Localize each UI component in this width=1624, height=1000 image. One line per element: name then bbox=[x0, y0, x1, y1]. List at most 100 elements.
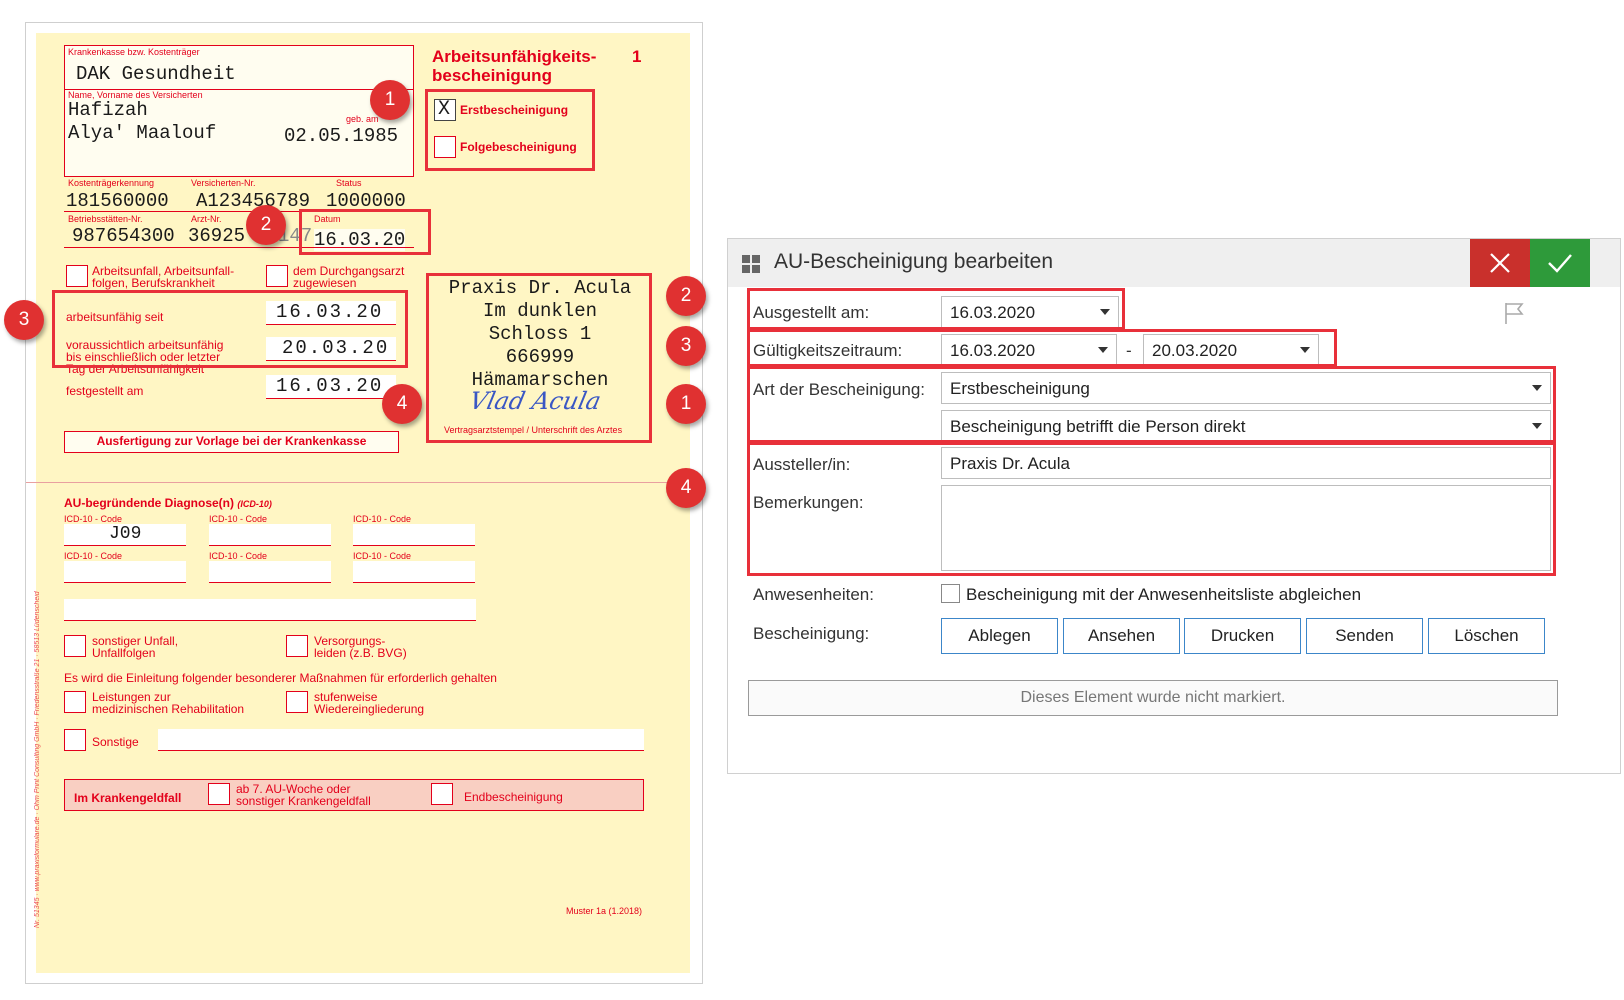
supply-checkbox bbox=[286, 635, 308, 657]
highlight-issuer bbox=[747, 442, 1556, 576]
callout-badge: 1 bbox=[666, 384, 706, 424]
doctor-no-value: 36925 bbox=[188, 225, 246, 247]
accident-label-2: folgen, Berufskrankheit bbox=[92, 276, 215, 290]
determined-label: festgestellt am bbox=[66, 384, 144, 398]
reintegration-checkbox bbox=[286, 691, 308, 713]
highlight-unfit-dates bbox=[52, 290, 408, 368]
icd-label: ICD-10 - Code bbox=[209, 551, 268, 561]
icd-label: ICD-10 - Code bbox=[209, 514, 268, 524]
site-no-label: Betriebsstätten-Nr. bbox=[68, 214, 143, 224]
other-field bbox=[158, 729, 644, 751]
reintegration-label: stufenweise Wiedereingliederung bbox=[314, 691, 424, 715]
status-bar: Dieses Element wurde nicht markiert. bbox=[748, 680, 1558, 716]
callout-badge: 4 bbox=[666, 468, 706, 508]
other-accident-checkbox bbox=[64, 635, 86, 657]
icd-field-4 bbox=[64, 561, 186, 583]
perforation-line bbox=[26, 482, 702, 483]
callout-badge: 1 bbox=[370, 80, 410, 120]
reintegration-label-2: Wiedereingliederung bbox=[314, 702, 425, 716]
week7-label: ab 7. AU-Woche oder sonstiger Krankengeld… bbox=[236, 783, 371, 807]
delete-button[interactable]: Löschen bbox=[1428, 618, 1545, 654]
highlight-date bbox=[299, 209, 431, 255]
site-no-value: 987654300 bbox=[72, 225, 175, 247]
name-line1: Hafizah bbox=[68, 99, 148, 121]
grid-icon bbox=[742, 255, 760, 273]
insured-no-label: Versicherten-Nr. bbox=[191, 178, 256, 188]
other-accident-label-2: Unfallfolgen bbox=[92, 646, 156, 660]
callout-badge: 2 bbox=[246, 205, 286, 245]
copy-note: Ausfertigung zur Vorlage bei der Kranken… bbox=[64, 431, 399, 453]
icd-label: ICD-10 - Code bbox=[353, 551, 412, 561]
other-checkbox bbox=[64, 729, 86, 751]
highlight-validity bbox=[747, 329, 1337, 367]
rehab-label-2: medizinischen Rehabilitation bbox=[92, 702, 245, 716]
cancel-button[interactable] bbox=[1470, 239, 1530, 287]
dialog-header: AU-Bescheinigung bearbeiten bbox=[728, 239, 1620, 287]
form-version: Muster 1a (1.2018) bbox=[566, 906, 643, 916]
cost-id-value: 181560000 bbox=[66, 190, 169, 212]
cost-id-label: Kostenträgerkennung bbox=[68, 178, 155, 188]
attendance-checkbox-label[interactable]: Bescheinigung mit der Anwesenheitsliste … bbox=[966, 585, 1361, 605]
doctor-no-label: Arzt-Nr. bbox=[191, 214, 222, 224]
callout-badge: 3 bbox=[666, 326, 706, 366]
icd-label: ICD-10 - Code bbox=[64, 514, 123, 524]
form-title-line1: Arbeitsunfähigkeits- bbox=[432, 47, 597, 66]
icd-field-5 bbox=[209, 561, 331, 583]
rehab-checkbox bbox=[64, 691, 86, 713]
icd-label: ICD-10 - Code bbox=[353, 514, 412, 524]
week7-checkbox bbox=[208, 783, 230, 805]
close-icon bbox=[1490, 253, 1510, 273]
icd-field-6 bbox=[353, 561, 475, 583]
transit-checkbox bbox=[266, 265, 288, 287]
side-print: Nr. 51345 · www.praxisformulare.de · Ohm… bbox=[34, 591, 41, 928]
insurer-label: Krankenkasse bzw. Kostenträger bbox=[68, 47, 200, 57]
send-button[interactable]: Senden bbox=[1306, 618, 1423, 654]
au-form-image: Arbeitsunfähigkeits- bescheinigung 1 Kra… bbox=[25, 22, 703, 984]
certificate-label: Bescheinigung: bbox=[753, 624, 870, 643]
transit-label: dem Durchgangsarzt zugewiesen bbox=[293, 265, 404, 289]
check-icon bbox=[1548, 254, 1572, 273]
rehab-label: Leistungen zur medizinischen Rehabilitati… bbox=[92, 691, 244, 715]
diagnosis-heading-suffix: (ICD-10) bbox=[237, 499, 272, 509]
highlight-cert-type bbox=[425, 89, 595, 171]
attendance-checkbox[interactable] bbox=[941, 584, 960, 603]
highlight-issued bbox=[747, 288, 1125, 330]
diagnosis-text-field bbox=[64, 599, 476, 621]
callout-badge: 3 bbox=[4, 300, 44, 340]
flag-icon[interactable] bbox=[1503, 301, 1525, 325]
file-button[interactable]: Ablegen bbox=[941, 618, 1058, 654]
name-line2: Alya' Maalouf bbox=[68, 122, 217, 144]
form-copy-number: 1 bbox=[632, 47, 642, 66]
diagnosis-heading-text: AU-begründende Diagnose(n) bbox=[64, 496, 234, 510]
dob-label: geb. am bbox=[346, 114, 379, 124]
insurer-value: DAK Gesundheit bbox=[76, 63, 236, 85]
sick-pay-label: Im Krankengeldfall bbox=[74, 791, 182, 805]
transit-label-2: zugewiesen bbox=[293, 276, 357, 290]
form-title-line2: bescheinigung bbox=[432, 66, 552, 85]
determined-value: 16.03.20 bbox=[266, 375, 396, 399]
dob-value: 02.05.1985 bbox=[284, 125, 399, 147]
icd-field-2 bbox=[209, 524, 331, 546]
dialog-title: AU-Bescheinigung bearbeiten bbox=[774, 250, 1054, 273]
view-button[interactable]: Ansehen bbox=[1063, 618, 1180, 654]
final-cert-checkbox bbox=[431, 783, 453, 805]
confirm-button[interactable] bbox=[1530, 239, 1590, 287]
measures-text: Es wird die Einleitung folgender besonde… bbox=[64, 671, 497, 685]
print-button[interactable]: Drucken bbox=[1184, 618, 1301, 654]
diagnosis-heading: AU-begründende Diagnose(n) (ICD-10) bbox=[64, 496, 272, 510]
supply-label: Versorgungs-leiden (z.B. BVG) bbox=[314, 635, 407, 659]
highlight-type bbox=[747, 366, 1556, 443]
icd-field-3 bbox=[353, 524, 475, 546]
callout-badge: 4 bbox=[382, 384, 422, 424]
icd-field-1: J09 bbox=[64, 524, 186, 546]
week7-label-2: sonstiger Krankengeldfall bbox=[236, 794, 371, 808]
attendance-label: Anwesenheiten: bbox=[753, 585, 874, 604]
accident-label: Arbeitsunfall, Arbeitsunfall-folgen, Ber… bbox=[92, 265, 234, 289]
form-title: Arbeitsunfähigkeits- bescheinigung bbox=[432, 47, 596, 85]
callout-badge: 2 bbox=[666, 276, 706, 316]
highlight-stamp bbox=[426, 273, 652, 443]
icd-label: ICD-10 - Code bbox=[64, 551, 123, 561]
other-accident-label: sonstiger Unfall, Unfallfolgen bbox=[92, 635, 178, 659]
supply-label-2: leiden (z.B. BVG) bbox=[314, 646, 407, 660]
status-label: Status bbox=[336, 178, 362, 188]
